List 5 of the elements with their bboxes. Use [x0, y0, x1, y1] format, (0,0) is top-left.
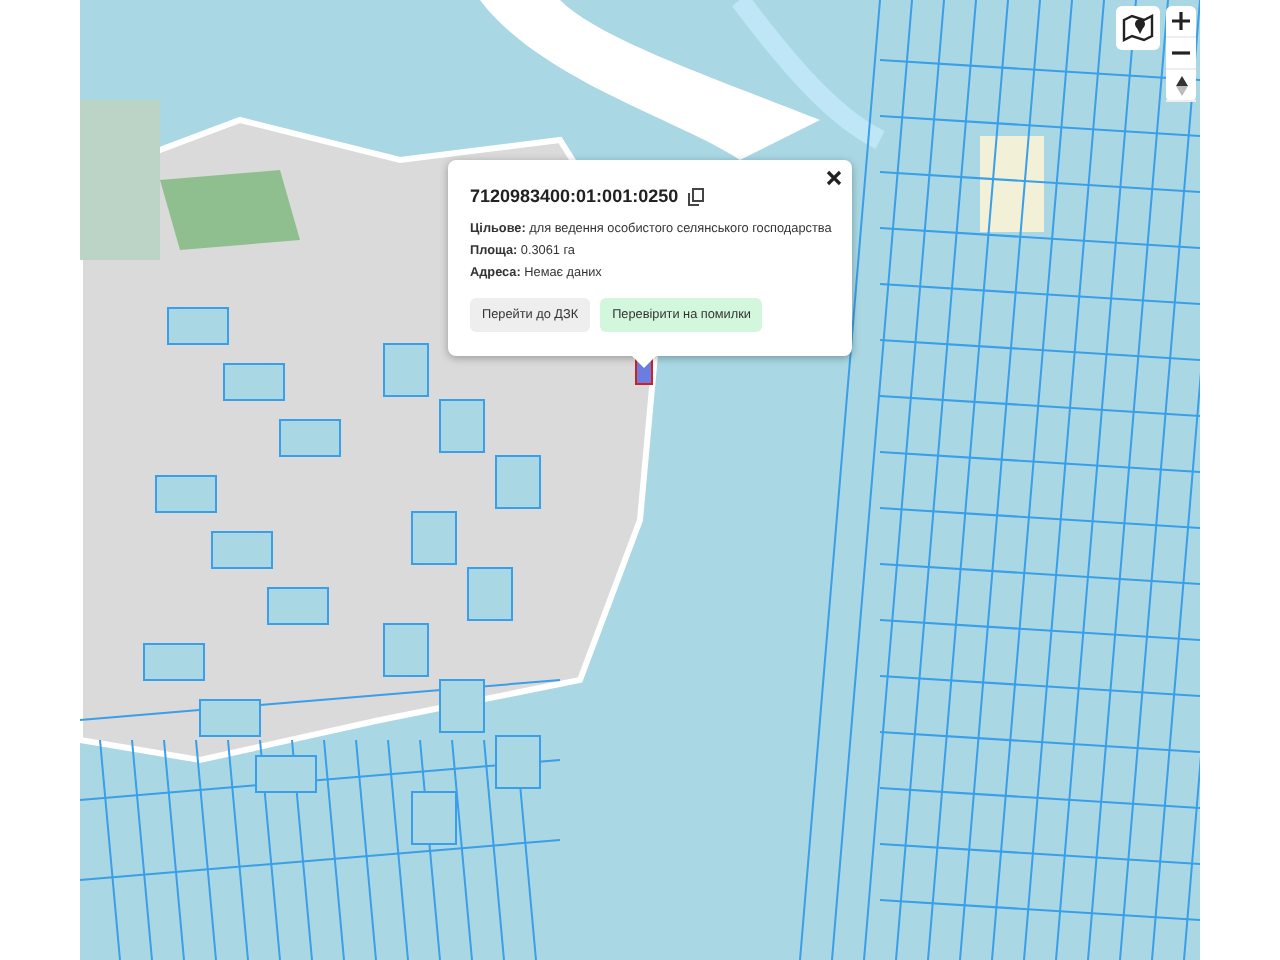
copy-icon[interactable]	[688, 187, 705, 205]
close-icon[interactable]	[824, 168, 844, 188]
zoom-in-icon[interactable]	[1166, 6, 1196, 38]
cadastral-number: 7120983400:01:001:0250	[470, 186, 679, 206]
map-layers-icon[interactable]	[1116, 6, 1160, 50]
